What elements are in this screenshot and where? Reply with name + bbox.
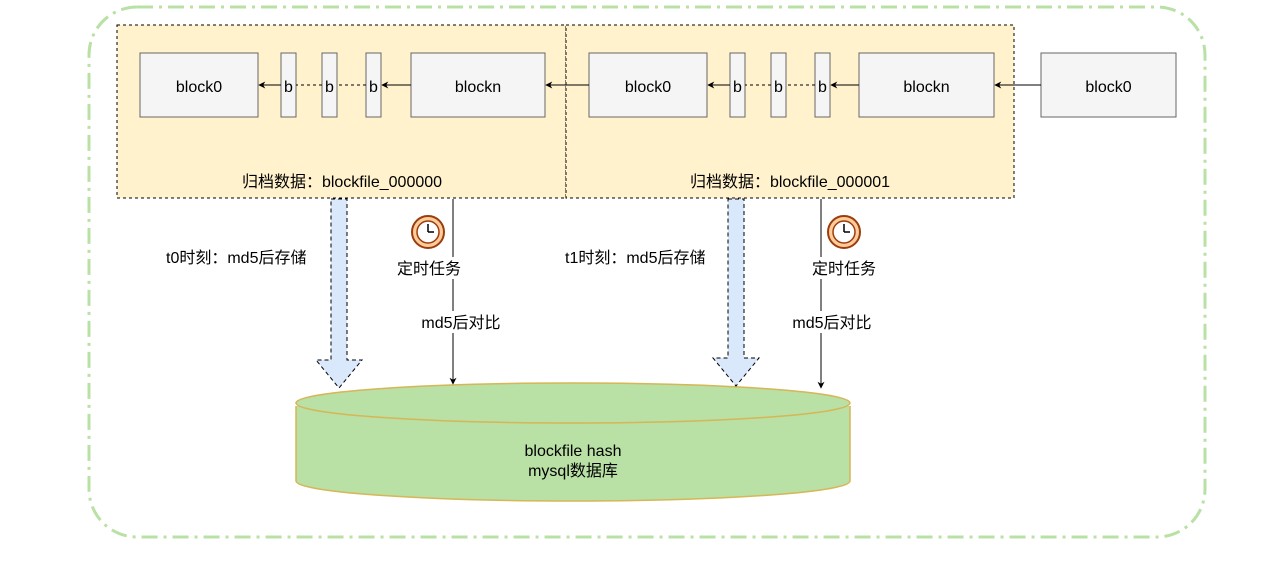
archive-caption: 归档数据：blockfile_000001 (690, 173, 890, 191)
clock-icon (827, 215, 861, 249)
compare-label: md5后对比 (421, 314, 500, 332)
archive-blockfile-000001: block0 b b b blockn 归档数据：blockfile_00000… (565, 24, 1015, 199)
task-label: 定时任务 (397, 260, 461, 278)
database-cylinder: blockfile hash mysql数据库 (295, 382, 851, 502)
block-label: block0 (176, 79, 222, 96)
block-label: b (818, 79, 827, 96)
block-label: b (284, 79, 293, 96)
clock-icon (411, 215, 445, 249)
block-label: b (733, 79, 742, 96)
cylinder-top (295, 382, 851, 424)
block-label: b (369, 79, 378, 96)
md5-store-arrow (711, 198, 761, 387)
architecture-diagram: block0 b b b blockn 归档数据：blockfile_00000… (87, 5, 1207, 539)
block-label: blockn (903, 79, 949, 96)
block-label: b (774, 79, 783, 96)
store-label: t1时刻：md5后存储 (565, 249, 705, 267)
task-label: 定时任务 (812, 260, 876, 278)
compare-label: md5后对比 (792, 314, 871, 332)
block-label: blockn (455, 79, 501, 96)
incoming-block-label: block0 (1085, 79, 1131, 96)
archive-caption: 归档数据：blockfile_000000 (242, 173, 442, 191)
archive-blockfile-000000: block0 b b b blockn 归档数据：blockfile_00000… (116, 24, 567, 199)
database-line2: mysql数据库 (528, 462, 618, 480)
block-label: block0 (625, 79, 671, 96)
md5-store-arrow (314, 198, 364, 389)
block-label: b (325, 79, 334, 96)
database-line1: blockfile hash (525, 443, 622, 460)
store-label: t0时刻：md5后存储 (166, 249, 306, 267)
